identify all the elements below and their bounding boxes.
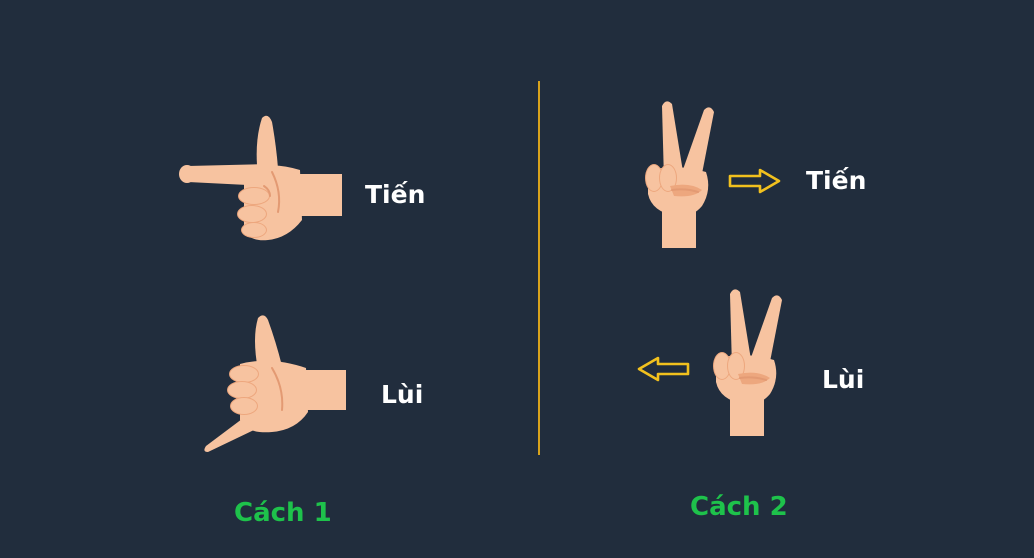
method1-caption: Cách 1 — [234, 498, 332, 528]
v-sign-hand-icon — [645, 101, 714, 248]
arrow-left-icon — [637, 356, 690, 382]
method1-backward-label: Lùi — [381, 380, 424, 409]
pointing-hand-icon — [179, 115, 342, 241]
method1-forward-label: Tiến — [365, 180, 426, 209]
v-sign-hand-icon — [713, 289, 782, 436]
shaka-hand-icon — [204, 315, 346, 452]
method2-backward-label: Lùi — [822, 365, 865, 394]
method2-caption: Cách 2 — [690, 492, 788, 522]
method2-forward-label: Tiến — [806, 166, 867, 195]
arrow-right-icon — [728, 168, 781, 194]
section-divider — [538, 81, 540, 455]
gesture-diagram: Tiến Lùi Cách 1 Tiến Lùi Cách 2 — [0, 0, 1034, 558]
